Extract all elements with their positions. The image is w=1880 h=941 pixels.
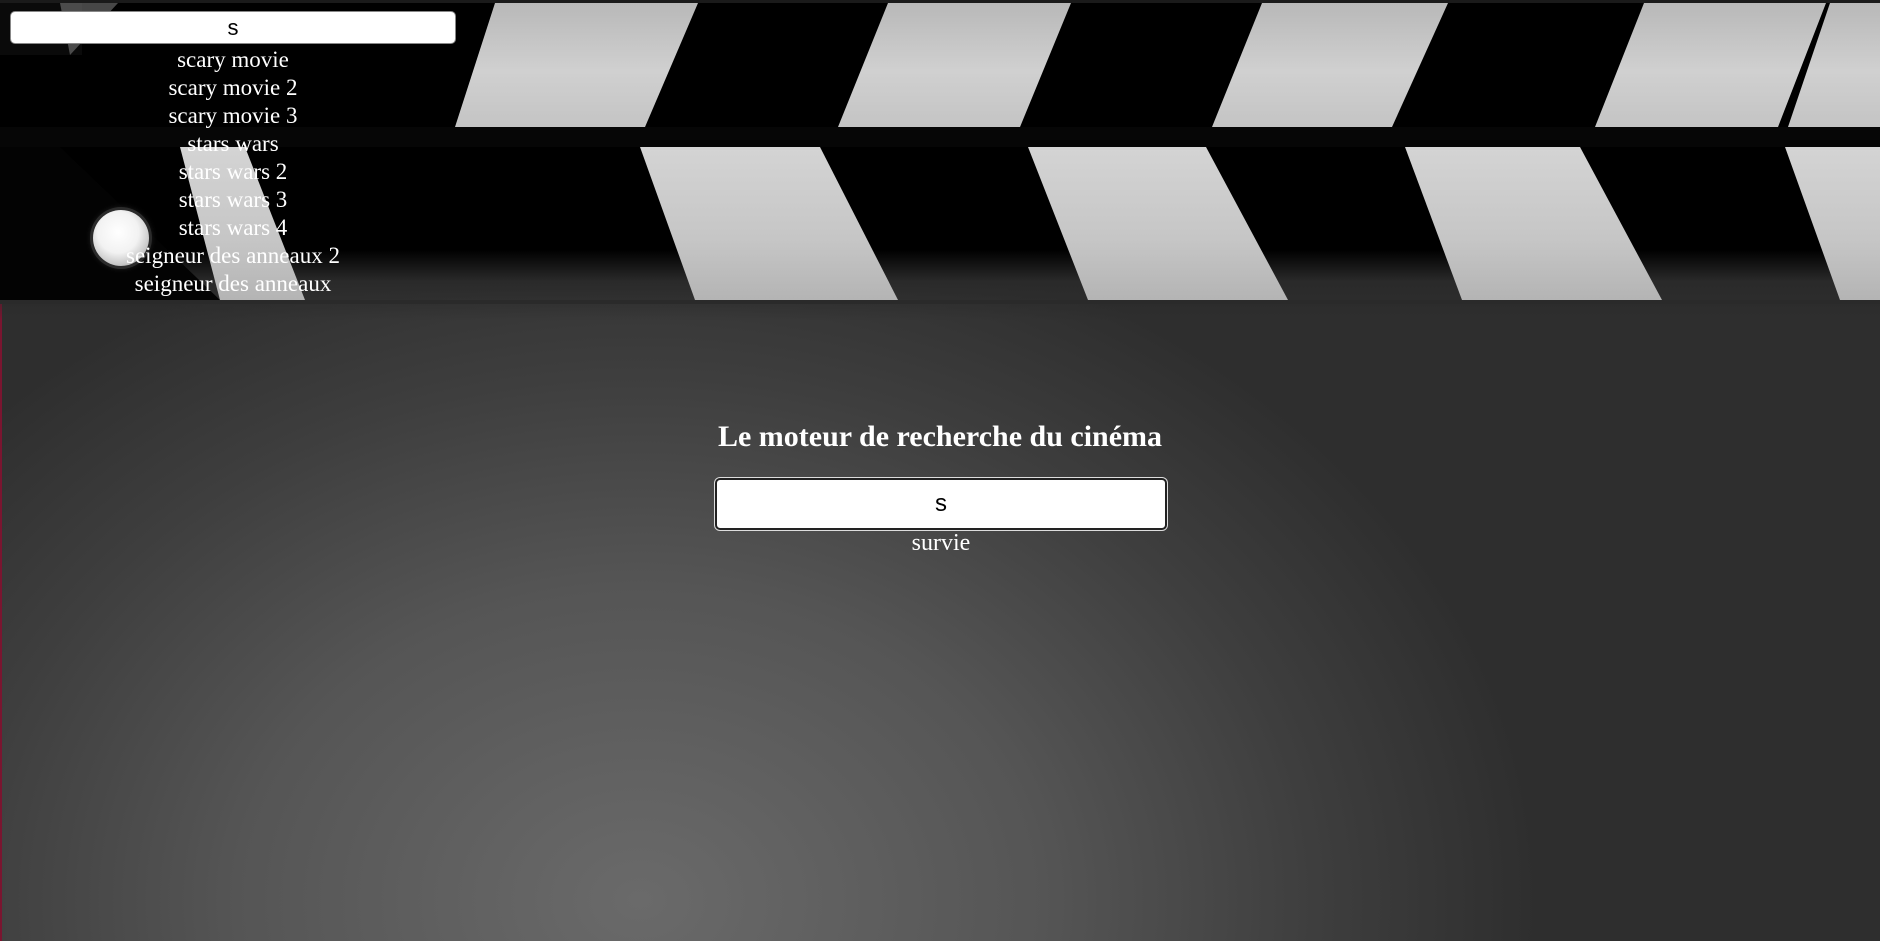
suggestion-item[interactable]: stars wars [10, 130, 456, 158]
clapper-stripe [838, 3, 1071, 127]
clapper-stripe [455, 3, 698, 127]
clapper-stripe [1212, 3, 1448, 127]
suggestion-item[interactable]: scary movie 3 [10, 102, 456, 130]
clapper-top-edge [0, 0, 1880, 3]
top-search-input[interactable] [10, 11, 456, 44]
suggestion-item[interactable]: scary movie [10, 46, 456, 74]
clapper-stripe [1028, 147, 1288, 300]
clapper-stripe [1785, 147, 1880, 300]
suggestion-item[interactable]: stars wars 2 [10, 158, 456, 186]
clapper-stripe [640, 147, 898, 300]
main-search-input[interactable] [715, 478, 1167, 530]
clapper-stripe [1405, 147, 1662, 300]
clapper-stripe [1595, 3, 1826, 127]
suggestion-item[interactable]: seigneur des anneaux [10, 270, 456, 298]
main-suggestion-item[interactable]: survie [715, 528, 1167, 558]
suggestion-item[interactable]: stars wars 4 [10, 214, 456, 242]
page-title: Le moteur de recherche du cinéma [717, 420, 1163, 453]
top-suggestion-list: scary movie scary movie 2 scary movie 3 … [10, 46, 456, 298]
suggestion-item[interactable]: scary movie 2 [10, 74, 456, 102]
clapper-bottom-edge [0, 300, 1880, 304]
suggestion-item[interactable]: stars wars 3 [10, 186, 456, 214]
suggestion-item[interactable]: seigneur des anneaux 2 [10, 242, 456, 270]
